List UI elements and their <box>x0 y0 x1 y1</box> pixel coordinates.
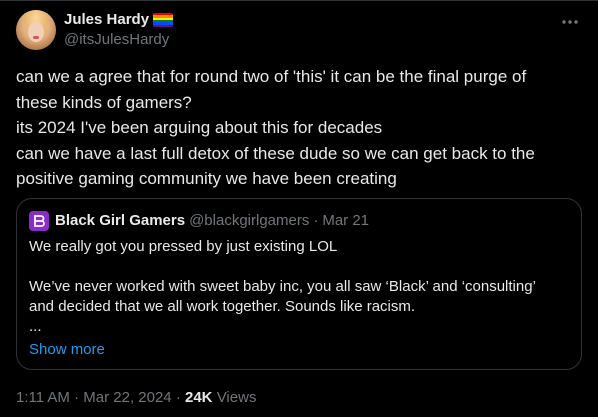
rainbow-flag-icon <box>153 13 174 27</box>
separator-dot: · <box>74 389 80 406</box>
more-dots <box>562 20 578 24</box>
quoted-text-line: and decided that we all work together. S… <box>29 298 416 315</box>
quoted-text-line <box>29 257 569 277</box>
avatar-face <box>28 22 44 42</box>
avatar[interactable] <box>16 10 56 50</box>
tweet-time[interactable]: 1:11 AM <box>16 389 70 406</box>
views-count: 24K <box>185 389 213 406</box>
tweet-date[interactable]: Mar 22, 2024 <box>83 389 171 406</box>
author-names: Jules Hardy @itsJulesHardy <box>64 10 174 50</box>
quoted-handle[interactable]: @blackgirlgamers <box>189 211 309 231</box>
show-more-link[interactable]: Show more <box>29 340 569 360</box>
views-label: Views <box>216 389 257 406</box>
tweet[interactable]: Jules Hardy @itsJulesHardy can we a agre… <box>0 0 598 417</box>
avatar-lips <box>33 36 39 39</box>
author-display-name[interactable]: Jules Hardy <box>64 10 149 30</box>
tweet-text-line: positive gaming community we have been c… <box>16 169 397 188</box>
quoted-date[interactable]: Mar 21 <box>322 211 369 231</box>
quoted-text-line: We really got you pressed by just existi… <box>29 238 338 255</box>
tweet-text: can we a agree that for round two of 'th… <box>16 64 582 192</box>
separator-dot: · <box>313 212 319 229</box>
quoted-tweet[interactable]: Black Girl Gamers @blackgirlgamers · Mar… <box>16 198 582 370</box>
tweet-text-line: can we have a last full detox of these d… <box>16 143 535 163</box>
bgg-logo-icon <box>34 215 45 227</box>
tweet-text-line: its 2024 I've been arguing about this fo… <box>16 118 383 137</box>
tweet-header: Jules Hardy @itsJulesHardy <box>16 10 174 50</box>
flag-stripe <box>153 24 174 27</box>
tweet-text-line: these kinds of gamers? <box>16 92 192 112</box>
quoted-avatar-icon[interactable] <box>29 211 49 231</box>
tweet-metadata: 1:11 AM · Mar 22, 2024 · 24K Views <box>16 388 256 408</box>
separator-dot: · <box>175 389 181 406</box>
quoted-tweet-header: Black Girl Gamers @blackgirlgamers · Mar… <box>29 211 569 231</box>
more-horizontal-icon[interactable] <box>558 12 582 32</box>
author-handle[interactable]: @itsJulesHardy <box>64 30 173 50</box>
display-name-row: Jules Hardy <box>64 10 174 30</box>
quoted-text-line: ... <box>29 318 42 335</box>
tweet-text-line: can we a agree that for round two of 'th… <box>16 67 527 86</box>
quoted-display-name[interactable]: Black Girl Gamers <box>55 211 185 231</box>
quoted-tweet-text: We really got you pressed by just existi… <box>29 237 569 337</box>
quoted-text-line: We’ve never worked with sweet baby inc, … <box>29 278 536 295</box>
divider <box>0 0 598 1</box>
